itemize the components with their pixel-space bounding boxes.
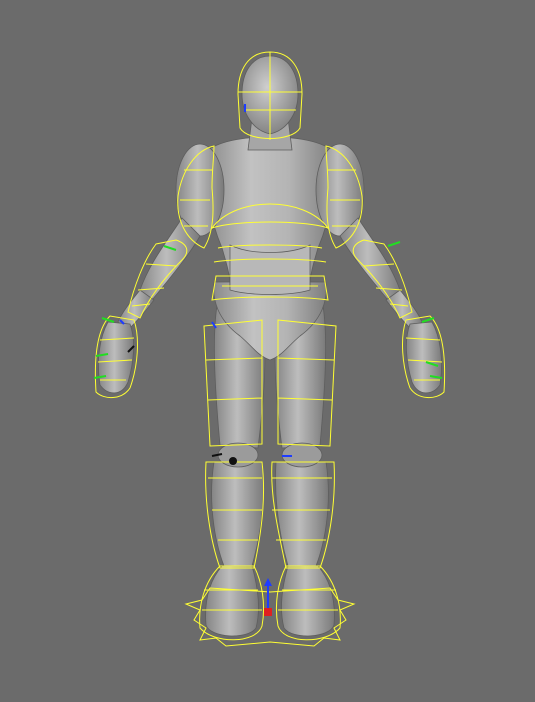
- left-knee: [217, 442, 259, 468]
- viewport-3d[interactable]: [0, 0, 535, 702]
- abdomen: [229, 244, 311, 295]
- viewport-canvas[interactable]: [0, 0, 535, 702]
- joint-pivot-icon[interactable]: [229, 457, 237, 465]
